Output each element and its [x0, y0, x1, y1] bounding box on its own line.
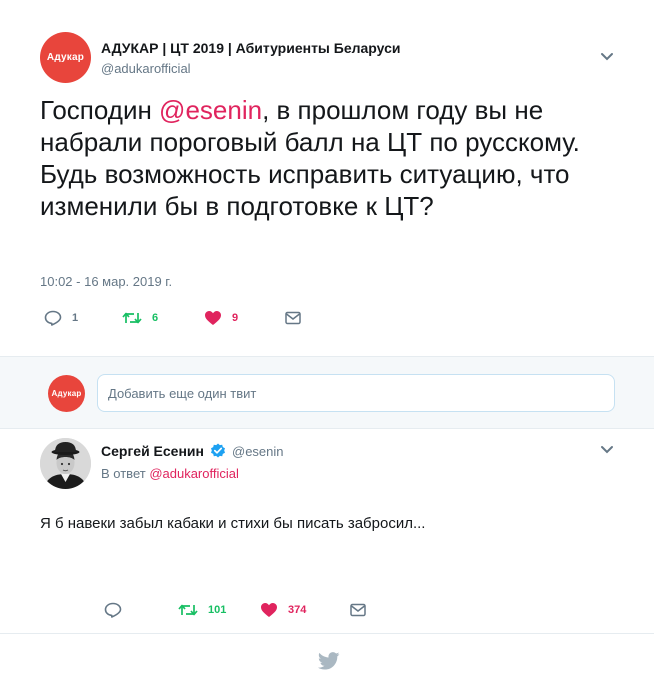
mention-link[interactable]: @esenin — [159, 95, 262, 125]
reply-button[interactable] — [104, 602, 132, 618]
heart-icon — [205, 311, 221, 325]
envelope-icon — [350, 603, 366, 617]
tweet-timestamp[interactable]: 10:02 - 16 мар. 2019 г. — [40, 274, 172, 289]
divider — [0, 633, 654, 634]
tweet-text-part: Господин — [40, 95, 160, 125]
adukar-avatar[interactable]: Адукар — [40, 32, 91, 83]
reply-icon — [44, 310, 62, 326]
reply-context: В ответ @adukarofficial — [101, 466, 239, 481]
mention-link[interactable]: @adukarofficial — [149, 466, 239, 481]
user-handle[interactable]: @esenin — [232, 444, 284, 459]
retweet-button[interactable]: 101 — [178, 602, 226, 618]
like-count: 9 — [232, 312, 239, 324]
reply-prefix: В ответ — [101, 466, 150, 481]
esenin-avatar[interactable] — [40, 438, 91, 489]
reply-author: Сергей Есенин @esenin — [101, 443, 284, 459]
compose-avatar: Адукар — [48, 375, 85, 412]
display-name[interactable]: АДУКАР | ЦТ 2019 | Абитуриенты Беларуси — [101, 40, 401, 56]
reply-count: 1 — [72, 312, 79, 324]
reply-button[interactable]: 1 — [44, 310, 78, 326]
compose-tweet-input[interactable] — [97, 374, 615, 412]
user-handle[interactable]: @adukarofficial — [101, 61, 191, 76]
chevron-down-icon[interactable] — [600, 52, 614, 62]
direct-message-button[interactable] — [285, 311, 301, 325]
retweet-icon — [122, 312, 142, 324]
avatar-logo-text: Адукар — [46, 52, 85, 63]
tweet-text: Господин @esenin, в прошлом году вы не н… — [40, 94, 620, 222]
retweet-count: 101 — [208, 604, 227, 616]
like-button[interactable]: 9 — [204, 310, 238, 326]
reply-tweet-text: Я б навеки забыл кабаки и стихи бы писат… — [40, 515, 426, 532]
display-name[interactable]: Сергей Есенин — [101, 443, 204, 459]
direct-message-button[interactable] — [350, 603, 366, 617]
verified-badge-icon — [211, 443, 225, 458]
portrait-image — [40, 438, 91, 489]
heart-icon — [261, 603, 277, 617]
retweet-icon — [178, 604, 198, 616]
like-count: 374 — [288, 604, 307, 616]
like-button[interactable]: 374 — [260, 602, 306, 618]
reply-icon — [104, 602, 122, 618]
main-tweet: Адукар АДУКАР | ЦТ 2019 | Абитуриенты Бе… — [0, 0, 654, 356]
retweet-count: 6 — [152, 312, 159, 324]
chevron-down-icon[interactable] — [600, 445, 614, 455]
envelope-icon — [285, 311, 301, 325]
retweet-button[interactable]: 6 — [122, 310, 158, 326]
avatar-logo-text: Адукар — [51, 389, 82, 398]
twitter-bird-icon[interactable] — [318, 652, 340, 670]
